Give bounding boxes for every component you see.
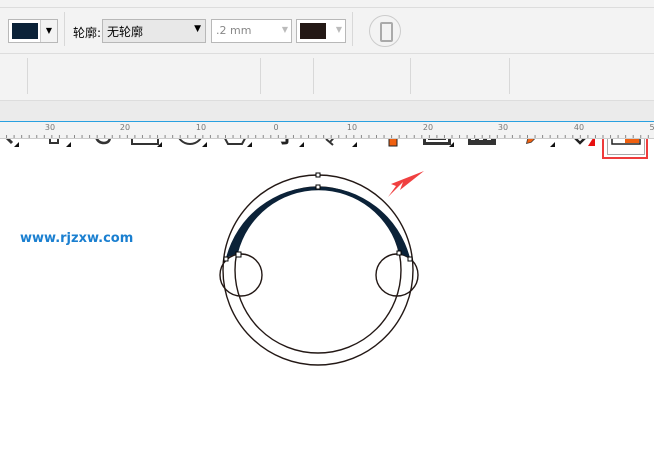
outline-style-value: 无轮廓	[107, 25, 144, 39]
divider	[313, 58, 314, 94]
outline-color-swatch	[300, 23, 326, 39]
outline-color-picker[interactable]: ▼	[296, 19, 346, 43]
outline-label: 轮廓:	[73, 26, 102, 40]
ruler-label: 5	[649, 123, 654, 132]
divider	[509, 58, 510, 94]
toolbox: 字	[0, 54, 654, 159]
chevron-down-icon: ▼	[281, 25, 288, 34]
filled-arc-shape[interactable]	[226, 186, 410, 258]
divider	[260, 58, 261, 94]
divider	[410, 58, 411, 94]
ruler-label: 20	[119, 123, 131, 132]
outer-circle[interactable]	[222, 174, 414, 366]
horizontal-ruler[interactable]: 30 20 10 0 10 20 30 40 5	[0, 122, 654, 139]
divider	[64, 12, 65, 46]
fill-color-picker[interactable]: ▼	[8, 19, 58, 43]
document-tab-bar	[0, 101, 654, 123]
ruler-label: 40	[573, 123, 585, 132]
outline-style-dropdown[interactable]: 无轮廓 ▼	[102, 19, 206, 43]
fill-color-swatch	[12, 23, 38, 39]
drawing-canvas[interactable]	[0, 139, 654, 462]
ruler-label: 30	[44, 123, 56, 132]
divider	[352, 12, 353, 46]
ruler-label: 10	[346, 123, 358, 132]
page-icon	[380, 22, 393, 42]
ruler-label: 30	[497, 123, 509, 132]
outline-width-value: .2 mm	[216, 24, 252, 37]
ruler-label: 0	[273, 123, 279, 132]
outline-width-field[interactable]: .2 mm ▼	[211, 19, 292, 43]
chevron-down-icon: ▼	[40, 20, 57, 42]
divider	[27, 58, 28, 94]
property-bar: ▼ 轮廓: 无轮廓 ▼ .2 mm ▼ ▼	[0, 0, 654, 54]
lock-ratio-button[interactable]	[369, 15, 401, 47]
top-strip	[0, 0, 654, 8]
chevron-down-icon: ▼	[335, 25, 342, 34]
ruler-ticks	[6, 135, 649, 138]
ruler-label: 20	[422, 123, 434, 132]
ruler-label: 10	[195, 123, 207, 132]
red-arrow-pointer	[388, 171, 424, 197]
chevron-down-icon: ▼	[194, 24, 201, 34]
